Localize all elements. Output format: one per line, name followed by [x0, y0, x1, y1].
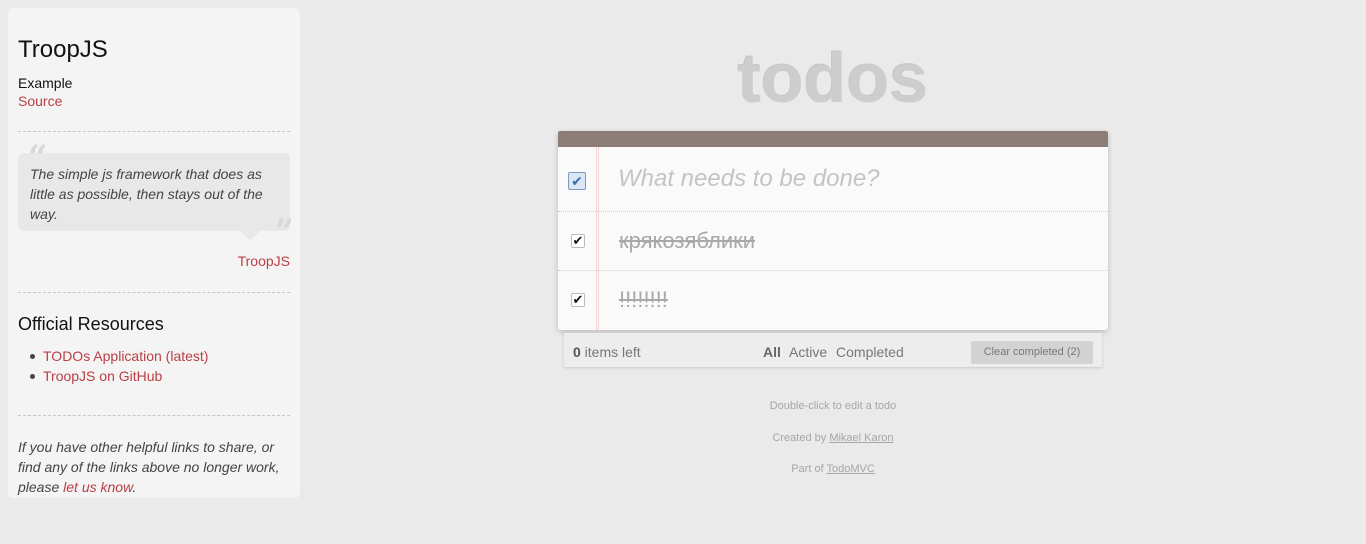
close-quote-icon: ” [274, 212, 294, 252]
count-number: 0 [573, 344, 581, 360]
app-title: todos [737, 39, 929, 117]
sidebar: TroopJS Example Source “ The simple js f… [8, 8, 300, 498]
list-item: TODOs Application (latest) [18, 346, 208, 366]
created-by: Created by Mikael Karon [558, 432, 1108, 444]
divider [18, 415, 290, 416]
edit-hint: Double-click to edit a todo [769, 400, 897, 412]
resources-list: TODOs Application (latest) TroopJS on Gi… [18, 346, 208, 386]
let-us-know-link[interactable]: let us know [63, 479, 132, 495]
part-of: Part of TodoMVC [558, 463, 1108, 475]
created-by-text: Created by [772, 432, 830, 444]
todo-label[interactable]: !!!!!!!! [619, 286, 668, 314]
filter-completed[interactable]: Completed [836, 344, 904, 360]
part-of-text: Part of [791, 463, 827, 475]
new-todo-input[interactable] [618, 163, 1078, 195]
todo-item[interactable]: ✔ !!!!!!!! [558, 271, 1108, 330]
sidebar-footer: If you have other helpful links to share… [18, 437, 290, 497]
divider [18, 292, 290, 293]
footer-text: If you have other helpful links to share… [18, 439, 280, 495]
todo-checkbox[interactable]: ✔ [571, 293, 585, 307]
footer-end: . [132, 479, 137, 495]
header-band [558, 131, 1108, 147]
filter-all[interactable]: All [763, 344, 781, 360]
filters: All Active Completed [763, 344, 909, 360]
filter-active[interactable]: Active [789, 344, 827, 360]
quote-box: “ The simple js framework that does as l… [18, 141, 294, 249]
resource-link-github[interactable]: TroopJS on GitHub [43, 368, 162, 384]
clear-completed-button[interactable]: Clear completed (2) [971, 341, 1093, 363]
todo-list: ✔ крякозяблики ✔ !!!!!!!! [558, 212, 1108, 330]
todo-item[interactable]: ✔ крякозяблики [558, 212, 1108, 271]
todomvc-link[interactable]: TodoMVC [826, 463, 874, 475]
todo-checkbox[interactable]: ✔ [571, 234, 585, 248]
list-item: TroopJS on GitHub [18, 366, 208, 386]
todo-footer: 0 items left All Active Completed Clear … [564, 333, 1102, 367]
todo-app: ✔ ✔ крякозяблики ✔ !!!!!!!! [558, 131, 1108, 330]
todo-label[interactable]: крякозяблики [619, 227, 755, 255]
author-link[interactable]: Mikael Karon [829, 432, 893, 444]
example-label: Example [18, 75, 73, 91]
resources-heading: Official Resources [18, 314, 164, 334]
source-link[interactable]: Source [18, 93, 62, 109]
new-todo-row: ✔ [558, 147, 1108, 212]
open-quote-icon: “ [28, 138, 48, 178]
quote-tail [240, 231, 260, 240]
count-suffix: items left [580, 344, 641, 360]
toggle-all-checkbox[interactable]: ✔ [568, 172, 586, 190]
items-left-count: 0 items left [573, 344, 641, 360]
divider [18, 131, 290, 132]
quote-author-link[interactable]: TroopJS [238, 253, 290, 269]
quote-text: The simple js framework that does as lit… [30, 166, 263, 222]
sidebar-title: TroopJS [18, 36, 108, 63]
resource-link-todos-app[interactable]: TODOs Application (latest) [43, 348, 208, 364]
